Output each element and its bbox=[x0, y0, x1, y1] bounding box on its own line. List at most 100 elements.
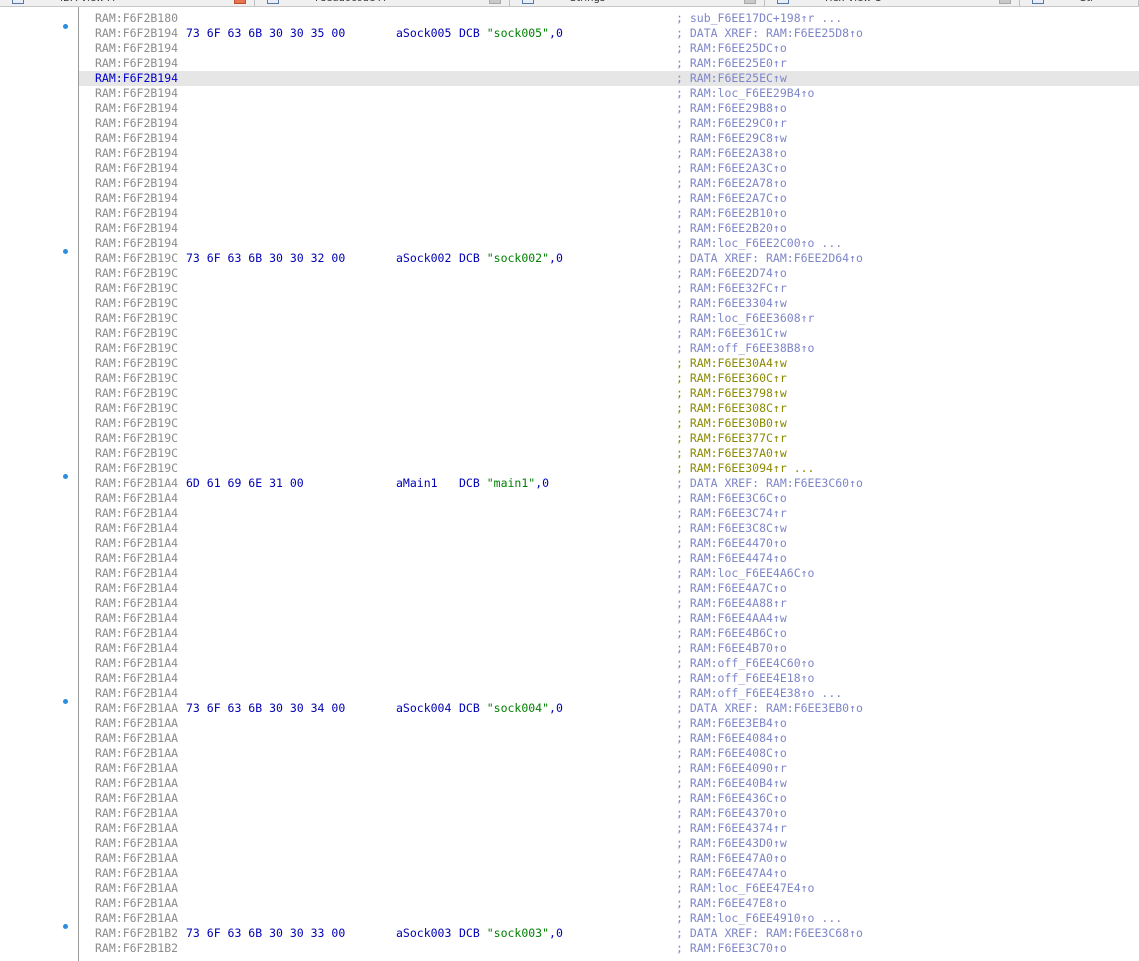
listing-xref-line[interactable]: RAM:F6F2B19C ; RAM:F6EE37A0↑w bbox=[79, 446, 1139, 461]
listing-xref-line[interactable]: RAM:F6F2B194 ; RAM:F6EE2A78↑o bbox=[79, 176, 1139, 191]
listing-data-line[interactable]: RAM:F6F2B1AA 73 6F 63 6B 30 30 34 00 aSock… bbox=[79, 701, 1139, 716]
xref-comment[interactable]: ; RAM:loc_F6EE4910↑o ... bbox=[676, 911, 842, 926]
listing-xref-line[interactable]: RAM:F6F2B1AA ; RAM:F6EE47A0↑o bbox=[79, 851, 1139, 866]
listing-data-line[interactable]: RAM:F6F2B19C 73 6F 63 6B 30 30 32 00 aSock… bbox=[79, 251, 1139, 266]
listing-xref-line[interactable]: RAM:F6F2B194 ; RAM:F6EE2A7C↑o bbox=[79, 191, 1139, 206]
xref-comment[interactable]: ; RAM:loc_F6EE3608↑r bbox=[676, 311, 814, 326]
listing-xref-line[interactable]: RAM:F6F2B194 ; RAM:F6EE29B8↑o bbox=[79, 101, 1139, 116]
xref-comment[interactable]: ; RAM:F6EE4370↑o bbox=[676, 806, 787, 821]
listing-xref-line[interactable]: RAM:F6F2B1AA ; RAM:loc_F6EE47E4↑o bbox=[79, 881, 1139, 896]
listing-xref-line[interactable]: RAM:F6F2B194 ; RAM:F6EE29C0↑r bbox=[79, 116, 1139, 131]
xref-comment[interactable]: ; RAM:F6EE2A78↑o bbox=[676, 176, 787, 191]
tab-pseudocode-a[interactable]: Pseudocode-A bbox=[255, 0, 510, 6]
listing-xref-line[interactable]: RAM:F6F2B194 ; RAM:F6EE25E0↑r bbox=[79, 56, 1139, 71]
xref-comment[interactable]: ; RAM:F6EE436C↑o bbox=[676, 791, 787, 806]
xref-comment[interactable]: ; DATA XREF: RAM:F6EE3EB0↑o bbox=[676, 701, 863, 716]
listing-xref-line[interactable]: RAM:F6F2B19C ; RAM:F6EE308C↑r bbox=[79, 401, 1139, 416]
tab-ida-view-a[interactable]: IDA View-A bbox=[0, 0, 255, 6]
xref-comment[interactable]: ; RAM:F6EE4AA4↑w bbox=[676, 611, 787, 626]
tab-strings[interactable]: Strings bbox=[510, 0, 765, 6]
xref-comment[interactable]: ; RAM:F6EE3094↑r ... bbox=[676, 461, 814, 476]
tab-str[interactable]: Str bbox=[1020, 0, 1139, 6]
xref-comment[interactable]: ; RAM:F6EE25DC↑o bbox=[676, 41, 787, 56]
breakpoint-dot-icon[interactable] bbox=[63, 473, 68, 479]
listing-xref-line[interactable]: RAM:F6F2B1AA ; RAM:F6EE3EB4↑o bbox=[79, 716, 1139, 731]
listing-xref-line[interactable]: RAM:F6F2B180 ; sub_F6EE17DC+198↑r ... bbox=[79, 11, 1139, 26]
xref-comment[interactable]: ; RAM:F6EE4374↑r bbox=[676, 821, 787, 836]
listing-xref-line[interactable]: RAM:F6F2B1A4 ; RAM:F6EE4470↑o bbox=[79, 536, 1139, 551]
xref-comment[interactable]: ; RAM:F6EE3304↑w bbox=[676, 296, 787, 311]
xref-comment[interactable]: ; RAM:F6EE47A4↑o bbox=[676, 866, 787, 881]
listing-xref-line[interactable]: RAM:F6F2B1AA ; RAM:F6EE40B4↑w bbox=[79, 776, 1139, 791]
listing-xref-line[interactable]: RAM:F6F2B19C ; RAM:F6EE32FC↑r bbox=[79, 281, 1139, 296]
listing-xref-line[interactable]: RAM:F6F2B19C ; RAM:F6EE361C↑w bbox=[79, 326, 1139, 341]
listing-xref-line[interactable]: RAM:F6F2B1AA ; RAM:F6EE408C↑o bbox=[79, 746, 1139, 761]
listing-xref-line[interactable]: RAM:F6F2B19C ; RAM:loc_F6EE3608↑r bbox=[79, 311, 1139, 326]
xref-comment[interactable]: ; RAM:F6EE3C74↑r bbox=[676, 506, 787, 521]
xref-comment[interactable]: ; RAM:F6EE4470↑o bbox=[676, 536, 787, 551]
xref-comment[interactable]: ; RAM:F6EE2B20↑o bbox=[676, 221, 787, 236]
listing-xref-line[interactable]: RAM:F6F2B1A4 ; RAM:F6EE4474↑o bbox=[79, 551, 1139, 566]
xref-comment[interactable]: ; RAM:F6EE3EB4↑o bbox=[676, 716, 787, 731]
xref-comment[interactable]: ; RAM:F6EE29B8↑o bbox=[676, 101, 787, 116]
listing-xref-line[interactable]: RAM:F6F2B1A4 ; RAM:off_F6EE4C60↑o bbox=[79, 656, 1139, 671]
xref-comment[interactable]: ; RAM:F6EE4084↑o bbox=[676, 731, 787, 746]
listing-data-line[interactable]: RAM:F6F2B1B2 73 6F 63 6B 30 30 33 00 aSock… bbox=[79, 926, 1139, 941]
listing-xref-line[interactable]: RAM:F6F2B1A4 ; RAM:F6EE3C74↑r bbox=[79, 506, 1139, 521]
listing-xref-line[interactable]: RAM:F6F2B194 ; RAM:F6EE2B20↑o bbox=[79, 221, 1139, 236]
xref-comment[interactable]: ; RAM:F6EE3C6C↑o bbox=[676, 491, 787, 506]
xref-comment[interactable]: ; RAM:loc_F6EE47E4↑o bbox=[676, 881, 814, 896]
listing-xref-line[interactable]: RAM:F6F2B19C ; RAM:F6EE377C↑r bbox=[79, 431, 1139, 446]
tab-hex-view-1[interactable]: Hex View-1 bbox=[765, 0, 1020, 6]
tab-close-icon[interactable] bbox=[744, 0, 756, 4]
data-label[interactable]: aSock002 bbox=[396, 251, 451, 266]
listing-xref-line[interactable]: RAM:F6F2B194 ; RAM:F6EE2B10↑o bbox=[79, 206, 1139, 221]
data-label[interactable]: aSock004 bbox=[396, 701, 451, 716]
xref-comment[interactable]: ; RAM:F6EE3C8C↑w bbox=[676, 521, 787, 536]
xref-comment[interactable]: ; RAM:loc_F6EE29B4↑o bbox=[676, 86, 814, 101]
listing-xref-line[interactable]: RAM:F6F2B194 ; RAM:F6EE25DC↑o bbox=[79, 41, 1139, 56]
xref-comment[interactable]: ; RAM:F6EE47A0↑o bbox=[676, 851, 787, 866]
listing-xref-line[interactable]: RAM:F6F2B19C ; RAM:F6EE3304↑w bbox=[79, 296, 1139, 311]
xref-comment[interactable]: ; RAM:F6EE2B10↑o bbox=[676, 206, 787, 221]
listing-xref-line[interactable]: RAM:F6F2B1A4 ; RAM:F6EE4A7C↑o bbox=[79, 581, 1139, 596]
xref-comment[interactable]: ; RAM:F6EE4A7C↑o bbox=[676, 581, 787, 596]
tab-close-icon[interactable] bbox=[234, 0, 246, 4]
breakpoint-dot-icon[interactable] bbox=[63, 698, 68, 704]
xref-comment[interactable]: ; RAM:off_F6EE4E18↑o bbox=[676, 671, 814, 686]
xref-comment[interactable]: ; DATA XREF: RAM:F6EE2D64↑o bbox=[676, 251, 863, 266]
listing-xref-line[interactable]: RAM:F6F2B1A4 ; RAM:F6EE4B70↑o bbox=[79, 641, 1139, 656]
listing-xref-line[interactable]: RAM:F6F2B1AA ; RAM:F6EE4374↑r bbox=[79, 821, 1139, 836]
xref-comment[interactable]: ; RAM:F6EE25E0↑r bbox=[676, 56, 787, 71]
disassembly-listing[interactable]: RAM:F6F2B180; sub_F6EE17DC+198↑r ... RAM:… bbox=[79, 11, 1139, 956]
xref-comment[interactable]: ; RAM:F6EE30A4↑w bbox=[676, 356, 787, 371]
xref-comment[interactable]: ; RAM:F6EE29C0↑r bbox=[676, 116, 787, 131]
listing-xref-line[interactable]: RAM:F6F2B1AA ; RAM:F6EE4084↑o bbox=[79, 731, 1139, 746]
listing-data-line[interactable]: RAM:F6F2B194 73 6F 63 6B 30 30 35 00 aSock… bbox=[79, 26, 1139, 41]
xref-comment[interactable]: ; RAM:loc_F6EE2C00↑o ... bbox=[676, 236, 842, 251]
listing-xref-line[interactable]: RAM:F6F2B1A4 ; RAM:off_F6EE4E38↑o ... bbox=[79, 686, 1139, 701]
listing-xref-line[interactable]: RAM:F6F2B1A4 ; RAM:loc_F6EE4A6C↑o bbox=[79, 566, 1139, 581]
xref-comment[interactable]: ; RAM:off_F6EE38B8↑o bbox=[676, 341, 814, 356]
listing-xref-line[interactable]: RAM:F6F2B19C ; RAM:F6EE30B0↑w bbox=[79, 416, 1139, 431]
xref-comment[interactable]: ; RAM:F6EE4090↑r bbox=[676, 761, 787, 776]
listing-xref-line[interactable]: RAM:F6F2B194 ; RAM:F6EE2A38↑o bbox=[79, 146, 1139, 161]
xref-comment[interactable]: ; RAM:F6EE43D0↑w bbox=[676, 836, 787, 851]
xref-comment[interactable]: ; RAM:F6EE4A88↑r bbox=[676, 596, 787, 611]
listing-xref-line[interactable]: RAM:F6F2B1AA ; RAM:F6EE43D0↑w bbox=[79, 836, 1139, 851]
listing-xref-line[interactable]: RAM:F6F2B194 ; RAM:loc_F6EE2C00↑o ... bbox=[79, 236, 1139, 251]
xref-comment[interactable]: ; DATA XREF: RAM:F6EE25D8↑o bbox=[676, 26, 863, 41]
xref-comment[interactable]: ; RAM:F6EE3C70↑o bbox=[676, 941, 787, 956]
listing-xref-line[interactable]: RAM:F6F2B1AA ; RAM:loc_F6EE4910↑o ... bbox=[79, 911, 1139, 926]
xref-comment[interactable]: ; DATA XREF: RAM:F6EE3C60↑o bbox=[676, 476, 863, 491]
listing-xref-line[interactable]: RAM:F6F2B1A4 ; RAM:F6EE4AA4↑w bbox=[79, 611, 1139, 626]
tab-close-icon[interactable] bbox=[489, 0, 501, 4]
xref-comment[interactable]: ; RAM:F6EE40B4↑w bbox=[676, 776, 787, 791]
data-label[interactable]: aSock005 bbox=[396, 26, 451, 41]
listing-xref-line[interactable]: RAM:F6F2B1A4 ; RAM:F6EE3C6C↑o bbox=[79, 491, 1139, 506]
xref-comment[interactable]: ; RAM:F6EE3798↑w bbox=[676, 386, 787, 401]
listing-xref-line[interactable]: RAM:F6F2B1A4 ; RAM:F6EE4A88↑r bbox=[79, 596, 1139, 611]
listing-xref-line[interactable]: RAM:F6F2B1AA ; RAM:F6EE436C↑o bbox=[79, 791, 1139, 806]
listing-xref-line[interactable]: RAM:F6F2B194 ; RAM:F6EE29C8↑w bbox=[79, 131, 1139, 146]
breakpoint-dot-icon[interactable] bbox=[63, 923, 68, 929]
